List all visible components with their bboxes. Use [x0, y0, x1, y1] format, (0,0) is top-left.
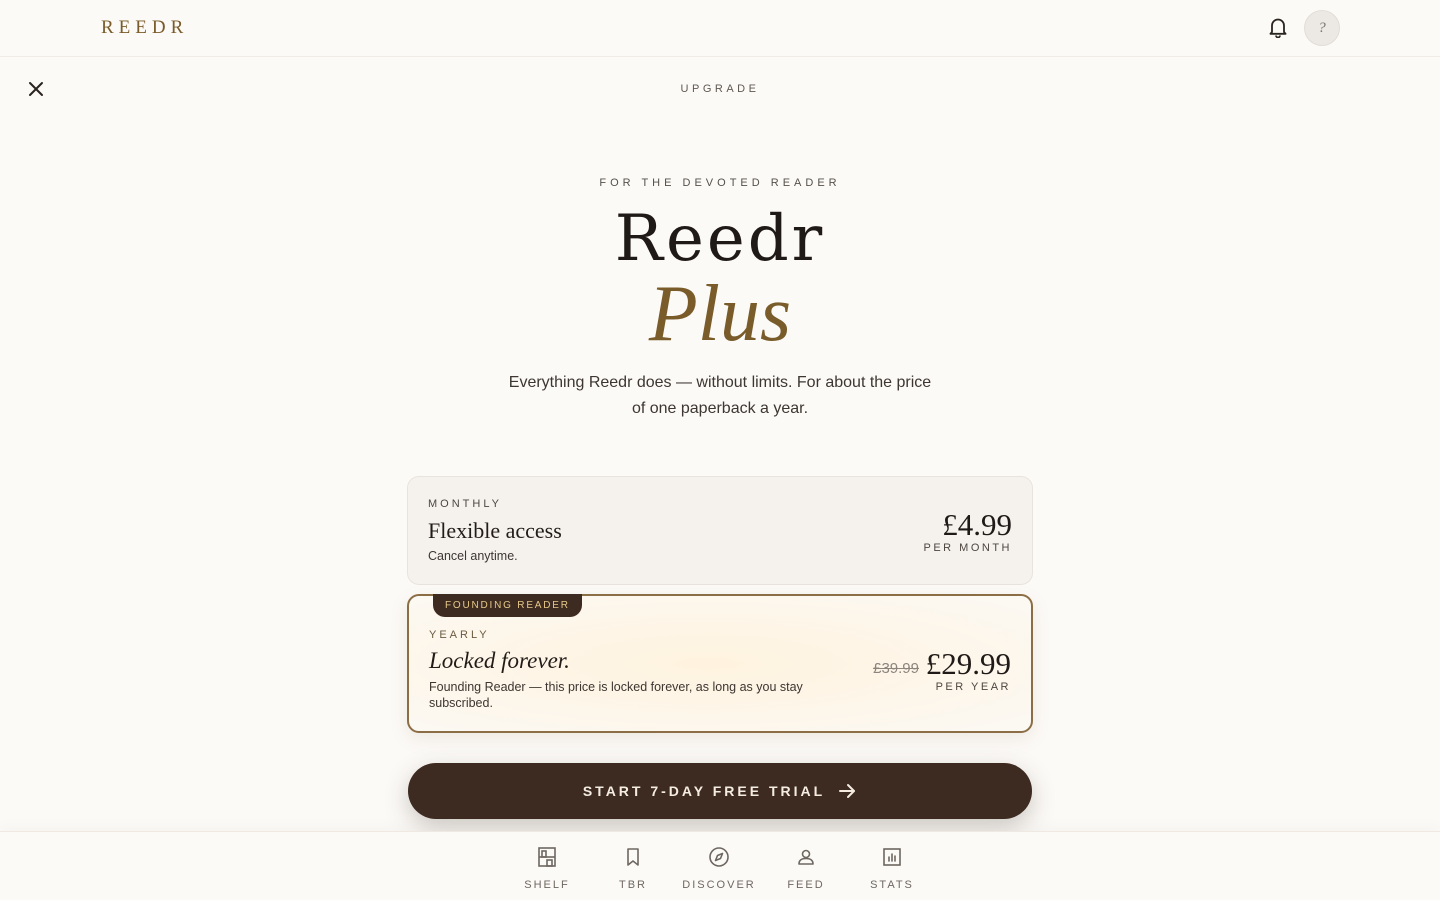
- arrow-right-icon: [837, 781, 857, 801]
- plan-price: £29.99: [925, 646, 1011, 681]
- top-bar: REEDR ?: [0, 0, 1440, 57]
- compass-icon: [676, 846, 762, 870]
- nav-label: DISCOVER: [682, 879, 756, 891]
- chart-icon: [849, 846, 935, 870]
- nav-item-stats[interactable]: STATS: [849, 846, 935, 891]
- start-trial-label: START 7-DAY FREE TRIAL: [582, 783, 826, 799]
- nav-label: STATS: [870, 879, 914, 891]
- app-logo[interactable]: REEDR: [101, 17, 188, 39]
- plan-kicker: YEARLY: [429, 629, 490, 641]
- plan-card-yearly[interactable]: FOUNDING READER YEARLY Locked forever. F…: [407, 594, 1033, 733]
- plan-kicker: MONTHLY: [428, 498, 502, 510]
- plan-old-price: £39.99: [873, 660, 919, 677]
- avatar[interactable]: ?: [1304, 10, 1340, 46]
- nav-item-tbr[interactable]: TBR: [590, 846, 676, 891]
- bell-icon[interactable]: [1266, 15, 1290, 39]
- nav-label: TBR: [619, 879, 647, 891]
- plan-description: Cancel anytime.: [428, 549, 518, 563]
- founding-reader-badge: FOUNDING READER: [433, 594, 582, 617]
- plan-description: Founding Reader — this price is locked f…: [429, 680, 803, 710]
- plan-name: Locked forever.: [429, 648, 570, 673]
- plan-price: £4.99: [942, 507, 1012, 542]
- bookshelf-icon: [504, 846, 590, 870]
- nav-label: SHELF: [524, 879, 570, 891]
- start-trial-button[interactable]: START 7-DAY FREE TRIAL: [408, 763, 1032, 819]
- nav-item-discover[interactable]: DISCOVER: [676, 846, 762, 891]
- nav-label: FEED: [787, 879, 825, 891]
- bottom-nav: SHELF TBR DISCOVER FEED STATS: [0, 831, 1440, 900]
- plan-period: PER MONTH: [923, 542, 1012, 554]
- plan-name: Flexible access: [428, 518, 562, 543]
- hero-title-accent: Plus: [648, 270, 792, 358]
- plan-card-monthly[interactable]: MONTHLY Flexible access Cancel anytime. …: [407, 476, 1033, 585]
- person-icon: [763, 846, 849, 870]
- nav-item-feed[interactable]: FEED: [763, 846, 849, 891]
- hero-eyebrow: FOR THE DEVOTED READER: [599, 177, 841, 189]
- modal-title: UPGRADE: [680, 83, 760, 95]
- bookmark-icon: [590, 846, 676, 870]
- plan-period: PER YEAR: [935, 681, 1011, 693]
- nav-item-shelf[interactable]: SHELF: [504, 846, 590, 891]
- hero-subtitle: Everything Reedr does — without limits. …: [508, 374, 932, 417]
